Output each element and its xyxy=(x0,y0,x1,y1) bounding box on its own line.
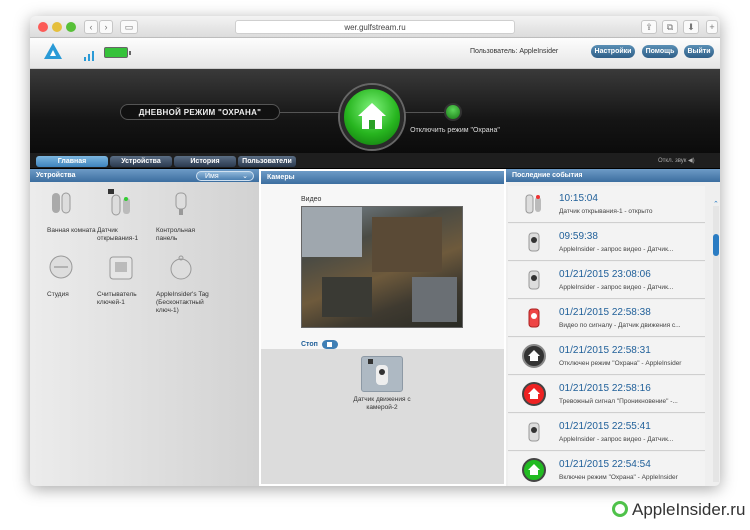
event-row[interactable]: 01/21/2015 22:58:38 Видео по сигналу - Да… xyxy=(508,300,705,337)
event-description: AppleInsider - запрос видео - Датчик... xyxy=(559,246,674,253)
tab-home[interactable]: Главная xyxy=(36,156,108,167)
house-icon xyxy=(358,103,386,129)
event-time: 01/21/2015 22:54:54 xyxy=(559,459,651,470)
camera-sensor-icon xyxy=(528,422,540,442)
key-reader-icon[interactable] xyxy=(106,253,136,283)
event-time: 10:15:04 xyxy=(559,193,598,204)
event-time: 01/21/2015 22:58:31 xyxy=(559,345,651,356)
motion-camera-icon xyxy=(368,359,388,385)
browser-window: ‹ › ▭ wer.gulfstream.ru ⇪ ⧉ ⬇ + Пользова… xyxy=(30,16,720,486)
event-description: Включен режим "Охрана" - AppleInsider xyxy=(559,474,678,481)
new-tab-icon[interactable]: + xyxy=(706,20,718,34)
camera-sensor-icon xyxy=(528,232,540,252)
tab-history[interactable]: История xyxy=(174,156,236,167)
event-row[interactable]: 01/21/2015 22:54:54 Включен режим "Охрана… xyxy=(508,452,705,486)
event-description: Тревожный сигнал "Проникновение" -... xyxy=(559,398,678,405)
event-description: AppleInsider - запрос видео - Датчик... xyxy=(559,284,674,291)
sidebar-icon[interactable]: ▭ xyxy=(120,20,138,34)
watermark-logo-icon xyxy=(612,501,628,517)
door-sensor-icon[interactable] xyxy=(46,189,76,219)
minimize-window-icon[interactable] xyxy=(52,22,62,32)
event-description: Видео по сигналу - Датчик движения с... xyxy=(559,322,681,329)
main-nav: Главная Устройства История Пользователи … xyxy=(30,153,720,169)
stop-button[interactable] xyxy=(322,340,338,349)
devices-panel: Устройства Имя ⌄ Ванная комната Датчик от… xyxy=(30,169,259,486)
tabs-icon[interactable]: ⧉ xyxy=(662,20,678,34)
address-bar[interactable]: wer.gulfstream.ru xyxy=(235,20,515,34)
event-row[interactable]: 10:15:04 Датчик открывания-1 - открыто xyxy=(508,186,705,223)
forward-icon[interactable]: › xyxy=(99,20,113,34)
stop-icon xyxy=(327,342,332,347)
device-label: Контрольная панель xyxy=(156,227,195,242)
event-description: AppleInsider - запрос видео - Датчик... xyxy=(559,436,674,443)
events-scrollbar[interactable]: ⌃ xyxy=(713,201,719,482)
user-label: Пользователь: AppleInsider xyxy=(470,48,559,55)
device-label: Считыватель ключей-1 xyxy=(97,291,137,306)
house-gray-icon xyxy=(522,344,546,368)
sort-select[interactable]: Имя ⌄ xyxy=(196,171,254,181)
event-row[interactable]: 01/21/2015 22:55:41 AppleInsider - запрос… xyxy=(508,414,705,451)
control-panel-icon[interactable] xyxy=(166,189,196,219)
event-row[interactable]: 01/21/2015 22:58:31 Отключен режим "Охран… xyxy=(508,338,705,375)
logout-button[interactable]: Выйти xyxy=(684,45,714,58)
event-time: 09:59:38 xyxy=(559,231,598,242)
device-label: AppleInsider's Tag (Бесконтактный ключ-1… xyxy=(156,291,209,314)
cameras-header: Камеры xyxy=(261,171,504,184)
app-logo-icon xyxy=(44,43,62,59)
camera-video-feed[interactable] xyxy=(301,206,463,328)
arm-mode-button[interactable] xyxy=(340,85,404,149)
maximize-window-icon[interactable] xyxy=(66,22,76,32)
back-icon[interactable]: ‹ xyxy=(84,20,98,34)
event-description: Отключен режим "Охрана" - AppleInsider xyxy=(559,360,682,367)
chevron-down-icon: ⌄ xyxy=(242,173,248,180)
mode-status: ДНЕВНОЙ РЕЖИМ "ОХРАНА" xyxy=(120,104,280,120)
download-icon[interactable]: ⬇ xyxy=(683,20,699,34)
settings-button[interactable]: Настройки xyxy=(591,45,635,58)
house-green-icon xyxy=(522,458,546,482)
scroll-thumb[interactable] xyxy=(713,234,719,256)
battery-icon xyxy=(104,47,131,58)
video-label: Видео xyxy=(301,196,322,203)
camera-alarm-icon xyxy=(528,308,540,328)
event-row[interactable]: 09:59:38 AppleInsider - запрос видео - Да… xyxy=(508,224,705,261)
event-row[interactable]: 01/21/2015 23:08:06 AppleInsider - запрос… xyxy=(508,262,705,299)
camera-sensor-icon xyxy=(528,270,540,290)
help-button[interactable]: Помощь xyxy=(642,45,678,58)
browser-titlebar: ‹ › ▭ wer.gulfstream.ru ⇪ ⧉ ⬇ + xyxy=(30,16,720,38)
studio-icon[interactable] xyxy=(46,253,76,283)
door-sensor-icon xyxy=(525,194,541,214)
house-red-icon xyxy=(522,382,546,406)
events-list: 10:15:04 Датчик открывания-1 - открыто 09:… xyxy=(508,186,710,486)
device-label: Датчик открывания-1 xyxy=(97,227,139,242)
signal-icon xyxy=(84,57,86,61)
tab-devices[interactable]: Устройства xyxy=(110,156,172,167)
event-time: 01/21/2015 22:58:16 xyxy=(559,383,651,394)
security-banner: ДНЕВНОЙ РЕЖИМ "ОХРАНА" Отключить режим "… xyxy=(30,69,720,153)
event-time: 01/21/2015 22:55:41 xyxy=(559,421,651,432)
stop-label: Стоп xyxy=(301,341,318,348)
event-description: Датчик открывания-1 - открыто xyxy=(559,208,653,215)
mute-sound-toggle[interactable]: Откл. звук ◀) xyxy=(658,157,695,164)
event-time: 01/21/2015 23:08:06 xyxy=(559,269,651,280)
tab-users[interactable]: Пользователи xyxy=(238,156,296,167)
disarm-button[interactable] xyxy=(444,103,462,121)
door-sensor-open-icon[interactable] xyxy=(106,189,136,219)
events-header: Последние события xyxy=(506,169,720,182)
close-window-icon[interactable] xyxy=(38,22,48,32)
camera-sensor-label: Датчик движения с камерой-2 xyxy=(353,396,411,411)
event-time: 01/21/2015 22:58:38 xyxy=(559,307,651,318)
watermark-text: AppleInsider.ru xyxy=(632,500,746,519)
event-row[interactable]: 01/21/2015 22:58:16 Тревожный сигнал "Про… xyxy=(508,376,705,413)
app-header: Пользователь: AppleInsider Настройки Пом… xyxy=(30,38,720,69)
disarm-label: Отключить режим "Охрана" xyxy=(410,127,500,134)
scroll-up-icon[interactable]: ⌃ xyxy=(713,200,719,208)
share-icon[interactable]: ⇪ xyxy=(641,20,657,34)
camera-sensor-tile[interactable] xyxy=(361,356,403,392)
key-tag-icon[interactable] xyxy=(166,253,196,283)
